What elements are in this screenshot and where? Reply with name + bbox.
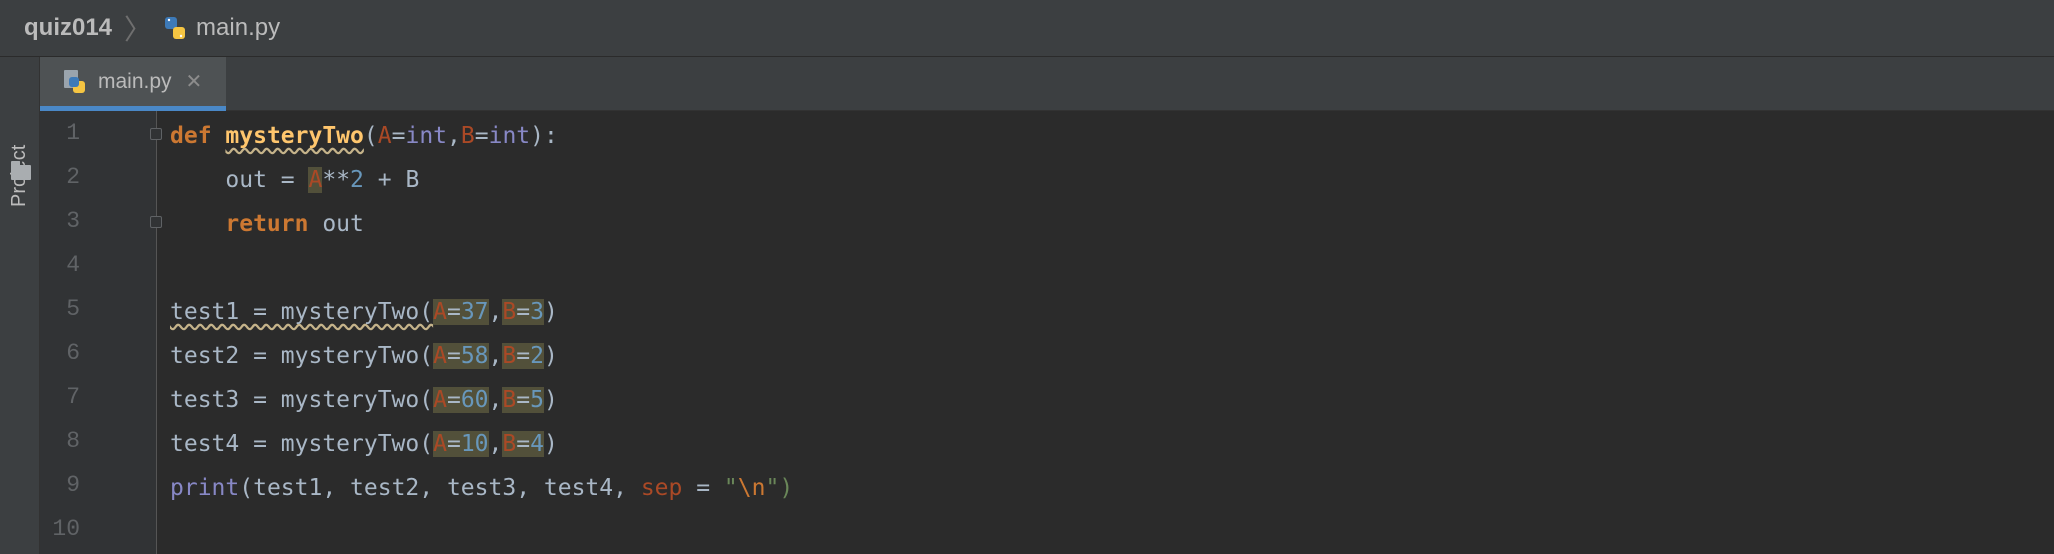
code-editor[interactable]: def mysteryTwo(A=int,B=int): out = A**2 … xyxy=(170,114,793,554)
code-token: , xyxy=(488,343,503,369)
line-number: 5 xyxy=(66,296,80,322)
python-file-icon xyxy=(62,69,88,95)
python-file-icon xyxy=(162,15,188,41)
code-token: = xyxy=(682,475,724,501)
tab-label: main.py xyxy=(98,69,172,93)
code-token: = xyxy=(516,299,531,325)
code-token: + B xyxy=(363,167,420,193)
code-token: ( xyxy=(363,123,378,149)
code-token: out = xyxy=(170,167,309,193)
code-token: B xyxy=(502,431,517,457)
code-token: A xyxy=(377,123,392,149)
code-token: ** xyxy=(322,167,351,193)
code-token: = xyxy=(516,343,531,369)
code-line: test1 = mysteryTwo(A=37,B=3) xyxy=(170,290,793,334)
code-token: test3 = mysteryTwo( xyxy=(170,387,434,413)
code-line: print(test1, test2, test3, test4, sep = … xyxy=(170,466,793,510)
line-number: 6 xyxy=(66,340,80,366)
code-token: 10 xyxy=(460,431,489,457)
code-token: 37 xyxy=(460,299,489,325)
editor-tab-bar: main.py ✕ xyxy=(40,57,2054,111)
code-token: = xyxy=(516,431,531,457)
code-token: B xyxy=(502,387,517,413)
code-token: " xyxy=(723,475,738,501)
code-token: 5 xyxy=(530,387,544,413)
tool-window-strip: Project xyxy=(0,57,40,554)
code-token: , xyxy=(488,387,503,413)
breadcrumb-project[interactable]: quiz014 xyxy=(24,14,112,42)
code-token: def xyxy=(170,123,212,149)
line-number: 10 xyxy=(52,516,80,542)
code-token: mysteryTwo xyxy=(225,123,364,149)
code-token: B xyxy=(502,343,517,369)
code-token: 4 xyxy=(530,431,544,457)
code-token: ): xyxy=(530,123,558,149)
fold-open-icon[interactable] xyxy=(150,128,162,140)
code-token: , xyxy=(488,431,503,457)
line-number: 4 xyxy=(66,252,80,278)
code-token: 2 xyxy=(530,343,544,369)
code-line: test4 = mysteryTwo(A=10,B=4) xyxy=(170,422,793,466)
code-token: ) xyxy=(543,387,558,413)
code-token: B xyxy=(502,299,517,325)
code-token: , xyxy=(488,299,503,325)
line-number: 7 xyxy=(66,384,80,410)
code-token: = xyxy=(474,123,489,149)
code-line: test3 = mysteryTwo(A=60,B=5) xyxy=(170,378,793,422)
code-token: \n xyxy=(737,475,766,501)
code-token: = xyxy=(391,123,406,149)
folder-icon[interactable] xyxy=(11,161,31,180)
code-token: 60 xyxy=(460,387,489,413)
chevron-right-icon: 〉 xyxy=(124,14,153,45)
code-token: return xyxy=(225,211,309,237)
code-token: = xyxy=(446,431,461,457)
code-token: 3 xyxy=(530,299,544,325)
breadcrumb-file[interactable]: main.py xyxy=(196,14,280,42)
code-token: print xyxy=(170,475,240,501)
code-line: return out xyxy=(170,202,793,246)
line-number: 9 xyxy=(66,472,80,498)
code-token: test2 = mysteryTwo( xyxy=(170,343,434,369)
code-token: = xyxy=(446,299,461,325)
code-line: def mysteryTwo(A=int,B=int): xyxy=(170,114,793,158)
line-number: 2 xyxy=(66,164,80,190)
code-token: ) xyxy=(543,431,558,457)
code-token: = xyxy=(446,343,461,369)
code-token: A xyxy=(433,343,447,369)
code-token: A xyxy=(308,167,323,193)
code-token: int xyxy=(405,123,448,149)
fold-close-icon[interactable] xyxy=(150,216,162,228)
code-line: out = A**2 + B xyxy=(170,158,793,202)
code-token: int xyxy=(488,123,531,149)
gutter-divider xyxy=(156,111,157,554)
line-number: 8 xyxy=(66,428,80,454)
code-token: ) xyxy=(543,299,558,325)
code-token: ) xyxy=(543,343,558,369)
code-token: (test1, test2, test3, test4, xyxy=(239,475,641,501)
tab-main-py[interactable]: main.py ✕ xyxy=(40,57,226,111)
close-icon[interactable]: ✕ xyxy=(186,69,203,94)
line-number: 1 xyxy=(66,120,80,146)
code-token: test4 = mysteryTwo( xyxy=(170,431,434,457)
code-token: B xyxy=(460,123,475,149)
code-token: out xyxy=(308,211,364,237)
line-number: 3 xyxy=(66,208,80,234)
code-token: test1 = mysteryTwo( xyxy=(170,299,434,325)
code-token: A xyxy=(433,299,447,325)
code-token: sep xyxy=(640,475,683,501)
code-token: ") xyxy=(765,475,794,501)
breadcrumb: quiz014 〉 main.py xyxy=(0,0,2054,57)
code-token: 58 xyxy=(460,343,489,369)
code-token: , xyxy=(447,123,461,149)
code-token: A xyxy=(433,387,447,413)
code-token: A xyxy=(433,431,447,457)
code-token: 2 xyxy=(350,167,364,193)
code-token: = xyxy=(446,387,461,413)
code-token: = xyxy=(516,387,531,413)
code-line: test2 = mysteryTwo(A=58,B=2) xyxy=(170,334,793,378)
